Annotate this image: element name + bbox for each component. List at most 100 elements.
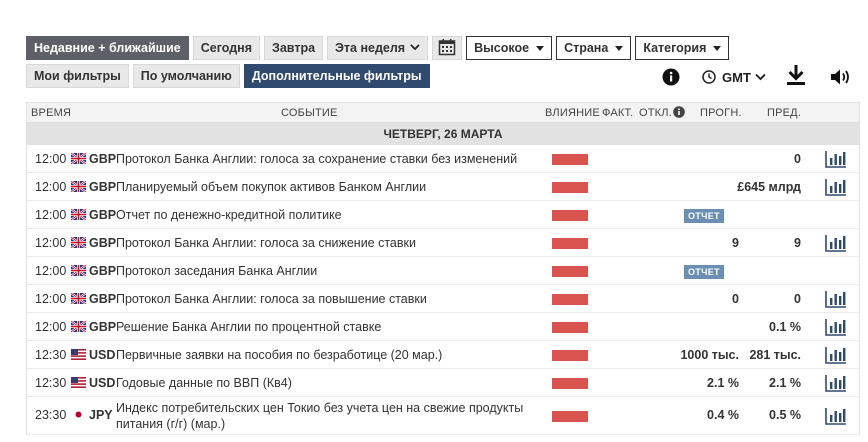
- event-time: 12:00: [35, 152, 67, 166]
- importance-dropdown[interactable]: Высокое: [466, 36, 553, 60]
- my-filters-button[interactable]: Мои фильтры: [26, 64, 129, 88]
- impact-high-indicator: [552, 350, 588, 361]
- header-time: ВРЕМЯ: [31, 107, 72, 119]
- event-currency: GBP: [89, 180, 117, 194]
- event-name[interactable]: Первичные заявки на пособия по безработи…: [116, 348, 442, 362]
- filter-today-button[interactable]: Сегодня: [192, 36, 261, 60]
- uk-flag-icon: [70, 236, 87, 249]
- event-currency: GBP: [89, 320, 117, 334]
- impact-high-indicator: [552, 378, 588, 389]
- event-previous: 0: [794, 292, 801, 306]
- event-time: 12:00: [35, 320, 67, 334]
- event-time: 12:00: [35, 292, 67, 306]
- bar-chart-icon[interactable]: [825, 407, 847, 425]
- bar-chart-icon[interactable]: [825, 374, 847, 392]
- importance-label: Высокое: [474, 41, 530, 55]
- filter-bar-secondary: Мои фильтры По умолчанию Дополнительные …: [26, 64, 430, 88]
- bar-chart-icon[interactable]: [825, 318, 847, 336]
- event-previous: 2.1 %: [769, 376, 801, 390]
- event-forecast: 9: [732, 236, 739, 250]
- event-previous: £645 млрд: [737, 180, 801, 194]
- caret-down-icon: [713, 45, 722, 51]
- calendar-button[interactable]: [432, 36, 463, 60]
- report-badge[interactable]: ОТЧЕТ: [684, 265, 724, 279]
- table-row[interactable]: 12:30 USD Первичные заявки на пособия по…: [27, 341, 859, 369]
- table-row[interactable]: 12:00 GBP Протокол Банка Англии: голоса …: [27, 285, 859, 313]
- uk-flag-icon: [70, 152, 87, 165]
- uk-flag-icon: [70, 208, 87, 221]
- header-forecast: ПРОГН.: [700, 107, 742, 119]
- event-currency: GBP: [89, 152, 117, 166]
- chevron-down-icon: [410, 42, 420, 54]
- event-rows: 12:00 GBP Протокол Банка Англии: голоса …: [27, 145, 859, 435]
- table-row[interactable]: 12:30 USD Годовые данные по ВВП (Кв4) 2.…: [27, 369, 859, 397]
- caret-down-icon: [615, 45, 624, 51]
- economic-calendar-table: ВРЕМЯ СОБЫТИЕ ВЛИЯНИЕ ФАКТ. ОТКЛ. ПРОГН.…: [26, 102, 860, 435]
- event-name[interactable]: Индекс потребительских цен Токио без уче…: [116, 400, 526, 432]
- header-event: СОБЫТИЕ: [281, 107, 338, 119]
- table-row[interactable]: 12:00 GBP Решение Банка Англии по процен…: [27, 313, 859, 341]
- info-small-icon[interactable]: [673, 106, 685, 121]
- event-name[interactable]: Протокол заседания Банка Англии: [116, 264, 317, 278]
- timezone-selector[interactable]: GMT: [702, 66, 766, 88]
- event-currency: USD: [89, 376, 116, 390]
- bar-chart-icon[interactable]: [825, 178, 847, 196]
- category-dropdown[interactable]: Категория: [635, 36, 730, 60]
- table-row[interactable]: 12:00 GBP Протокол Банка Англии: голоса …: [27, 145, 859, 173]
- event-currency: GBP: [89, 236, 117, 250]
- event-previous: 0: [794, 152, 801, 166]
- japan-flag-icon: [71, 409, 86, 420]
- uk-flag-icon: [70, 320, 87, 333]
- additional-filters-button[interactable]: Дополнительные фильтры: [243, 64, 430, 88]
- bar-chart-icon[interactable]: [825, 234, 847, 252]
- country-label: Страна: [564, 41, 609, 55]
- event-time: 23:30: [35, 408, 67, 422]
- download-icon[interactable]: [786, 64, 806, 86]
- impact-high-indicator: [552, 322, 588, 333]
- event-forecast: 0.4 %: [707, 408, 739, 422]
- event-name[interactable]: Протокол Банка Англии: голоса за снижени…: [116, 236, 416, 250]
- event-name[interactable]: Решение Банка Англии по процентной ставк…: [116, 320, 381, 334]
- event-currency: JPY: [89, 408, 113, 422]
- event-currency: GBP: [89, 292, 117, 306]
- filter-recent-button[interactable]: Недавние + ближайшие: [26, 36, 189, 60]
- timezone-label: GMT: [722, 69, 751, 85]
- event-name[interactable]: Протокол Банка Англии: голоса за сохране…: [116, 152, 517, 166]
- bar-chart-icon[interactable]: [825, 290, 847, 308]
- event-currency: GBP: [89, 208, 117, 222]
- sound-icon[interactable]: [830, 66, 852, 88]
- filter-bar-primary: Недавние + ближайшие Сегодня Завтра Эта …: [26, 36, 730, 60]
- event-name[interactable]: Годовые данные по ВВП (Кв4): [116, 376, 292, 390]
- filter-tomorrow-button[interactable]: Завтра: [264, 36, 324, 60]
- report-badge[interactable]: ОТЧЕТ: [684, 209, 724, 223]
- event-time: 12:00: [35, 236, 67, 250]
- event-currency: GBP: [89, 264, 117, 278]
- day-separator: ЧЕТВЕРГ, 26 МАРТА: [27, 123, 859, 145]
- table-row[interactable]: 12:00 GBP Протокол заседания Банка Англи…: [27, 257, 859, 285]
- event-name[interactable]: Планируемый объем покупок активов Банком…: [116, 180, 426, 194]
- filter-this-week-button[interactable]: Эта неделя: [327, 36, 429, 60]
- event-name[interactable]: Отчет по денежно-кредитной политике: [116, 208, 342, 222]
- default-filters-button[interactable]: По умолчанию: [132, 64, 240, 88]
- uk-flag-icon: [70, 292, 87, 305]
- event-time: 12:30: [35, 348, 67, 362]
- table-row[interactable]: 12:00 GBP Протокол Банка Англии: голоса …: [27, 229, 859, 257]
- event-time: 12:30: [35, 376, 67, 390]
- event-name[interactable]: Протокол Банка Англии: голоса за повышен…: [116, 292, 427, 306]
- uk-flag-icon: [70, 264, 87, 277]
- table-row[interactable]: 12:00 GBP Планируемый объем покупок акти…: [27, 173, 859, 201]
- this-week-label: Эта неделя: [335, 41, 406, 55]
- table-header: ВРЕМЯ СОБЫТИЕ ВЛИЯНИЕ ФАКТ. ОТКЛ. ПРОГН.…: [27, 103, 859, 123]
- table-row[interactable]: 12:00 GBP Отчет по денежно-кредитной пол…: [27, 201, 859, 229]
- info-icon[interactable]: [662, 66, 680, 88]
- impact-high-indicator: [552, 238, 588, 249]
- country-dropdown[interactable]: Страна: [556, 36, 632, 60]
- bar-chart-icon[interactable]: [825, 346, 847, 364]
- bar-chart-icon[interactable]: [825, 150, 847, 168]
- impact-high-indicator: [552, 411, 588, 422]
- event-forecast: 2.1 %: [707, 376, 739, 390]
- impact-high-indicator: [552, 210, 588, 221]
- event-time: 12:00: [35, 264, 67, 278]
- table-row[interactable]: 23:30 JPY Индекс потребительских цен Ток…: [27, 397, 859, 435]
- event-forecast: 1000 тыс.: [680, 348, 739, 362]
